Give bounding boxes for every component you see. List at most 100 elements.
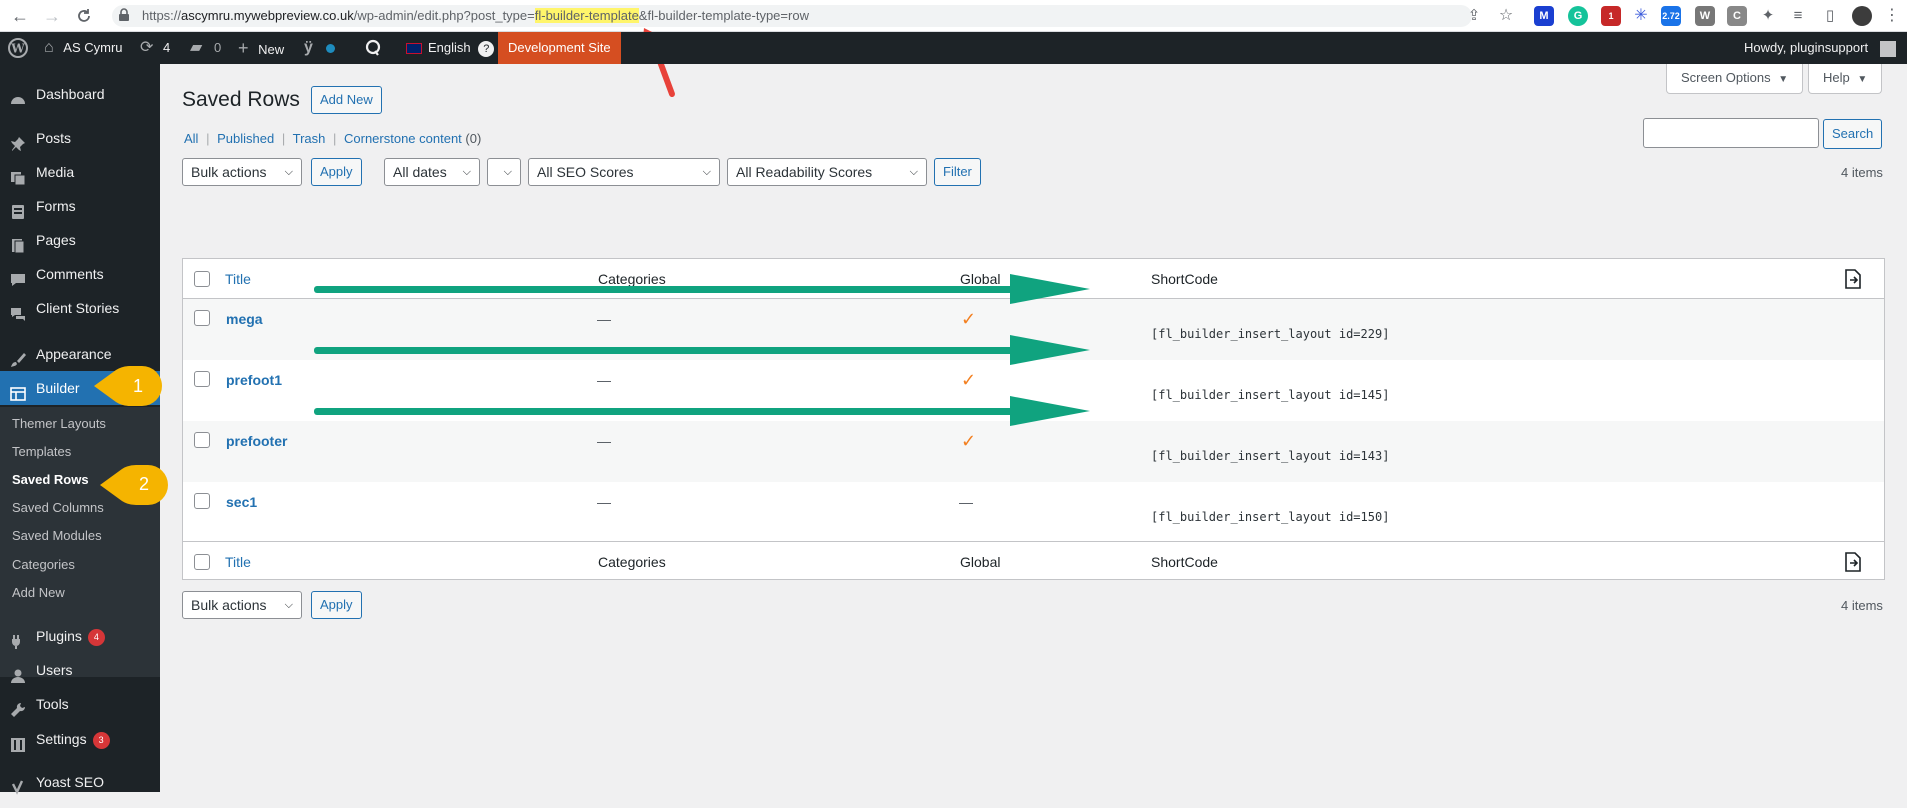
lock-icon[interactable] [118,8,134,24]
column-title-footer[interactable]: Title [225,554,251,570]
builder-layout-icon [10,380,26,401]
language-help-badge: ? [478,40,495,57]
export-icon[interactable] [1844,552,1862,575]
updates-link[interactable]: ⟳ 4 [140,32,170,64]
filter-trash[interactable]: Trash [293,131,326,146]
sidebar-item-dashboard[interactable]: Dashboard [0,77,160,111]
url-prefix: https:// [142,8,182,23]
column-title[interactable]: Title [225,271,251,287]
media-icon [10,164,26,186]
reading-list-icon[interactable]: ≡ [1786,4,1810,28]
row-shortcode[interactable]: [fl_builder_insert_layout id=145] [1151,388,1389,402]
forward-icon[interactable]: → [40,4,64,28]
submenu-saved-columns[interactable]: Saved Columns [12,500,104,515]
sidebar-item-yoast-seo[interactable]: Yoast SEO [0,765,160,799]
sidebar-label-settings: Settings 3 [36,722,110,756]
admin-sidebar: Dashboard Posts Media Forms Pages Commen… [0,64,161,795]
q-menu[interactable] [364,32,382,64]
c-extension-icon[interactable]: C [1727,6,1747,26]
wordpress-logo-icon[interactable]: W [8,32,28,64]
profile-avatar-icon[interactable] [1852,6,1872,26]
grammarly-extension-icon[interactable]: G [1568,6,1588,26]
side-panel-icon[interactable]: ▯ [1818,4,1842,28]
filter-button[interactable]: Filter [934,158,981,186]
language-switcher[interactable]: English ? [406,32,495,64]
search-input[interactable] [1643,118,1819,148]
submenu-themer-layouts[interactable]: Themer Layouts [12,416,106,431]
select-all-checkbox[interactable] [194,271,210,287]
wappalyzer-extension-icon[interactable]: W [1695,6,1715,26]
menu-kebab-icon[interactable]: ⋮ [1880,4,1904,28]
sidebar-item-posts[interactable]: Posts [0,121,160,155]
export-icon[interactable] [1844,269,1862,292]
puzzle-icon[interactable]: ✦ [1756,4,1780,28]
sidebar-item-client-stories[interactable]: Client Stories [0,291,160,325]
howdy-account[interactable]: Howdy, pluginsupport [1744,32,1896,64]
sidebar-item-comments[interactable]: Comments [0,257,160,291]
category-filter-select[interactable]: ⌵ [487,158,521,186]
row-shortcode[interactable]: [fl_builder_insert_layout id=150] [1151,510,1389,524]
filter-published[interactable]: Published [217,131,274,146]
malwarebytes-extension-icon[interactable]: M [1534,6,1554,26]
share-icon[interactable]: ⇪ [1462,4,1486,28]
yoast-menu[interactable]: ÿ [304,32,335,64]
readability-score-select[interactable]: All Readability Scores ⌵ [727,158,927,186]
row-shortcode[interactable]: [fl_builder_insert_layout id=229] [1151,327,1389,341]
sidebar-item-users[interactable]: Users [0,653,160,687]
comments-link[interactable]: ▰ 0 [190,32,221,64]
sidebar-label-posts: Posts [36,130,72,146]
select-all-checkbox-footer[interactable] [194,554,210,570]
row-title-link[interactable]: prefooter [226,433,287,449]
dashboard-icon [10,86,26,104]
submenu-templates[interactable]: Templates [12,444,71,459]
apply-button-bottom[interactable]: Apply [311,591,362,619]
bulk-actions-select[interactable]: Bulk actions ⌵ [182,158,302,186]
row-checkbox[interactable] [194,493,210,509]
search-button[interactable]: Search [1823,119,1883,149]
star-icon[interactable]: ☆ [1494,4,1518,28]
submenu-saved-rows[interactable]: Saved Rows [12,472,89,487]
sidebar-item-settings[interactable]: Settings 3 [0,722,160,756]
pages-icon [10,232,26,254]
settings-icon [10,731,26,752]
development-site-badge[interactable]: Development Site [498,32,621,64]
page-title: Saved Rows [182,88,300,111]
filter-cornerstone[interactable]: Cornerstone content [344,131,462,146]
back-icon[interactable]: ← [8,4,32,28]
row-title-link[interactable]: mega [226,311,263,327]
column-shortcode-footer: ShortCode [1151,554,1218,570]
sidebar-item-tools[interactable]: Tools [0,687,160,721]
screen-options-button[interactable]: Screen Options ▼ [1666,64,1804,94]
apply-button[interactable]: Apply [311,158,362,186]
site-name-link[interactable]: ⌂ AS Cymru [44,32,123,64]
submenu-add-new[interactable]: Add New [12,585,65,600]
chevron-down-icon: ⌵ [284,166,293,178]
submenu-categories[interactable]: Categories [12,557,75,572]
pushpin-icon [10,130,26,151]
row-title-link[interactable]: sec1 [226,494,257,510]
url-text[interactable]: https://ascymru.mywebpreview.co.uk/wp-ad… [142,8,809,23]
submenu-saved-modules[interactable]: Saved Modules [12,528,102,543]
seo-score-select[interactable]: All SEO Scores ⌵ [528,158,720,186]
sidebar-item-plugins[interactable]: Plugins 4 [0,619,160,653]
bulk-actions-select-bottom[interactable]: Bulk actions ⌵ [182,591,302,619]
row-title-link[interactable]: prefoot1 [226,372,282,388]
sidebar-item-media[interactable]: Media [0,155,160,189]
row-checkbox[interactable] [194,310,210,326]
reload-icon[interactable] [72,4,96,28]
table-row: sec1 — — [fl_builder_insert_layout id=15… [183,482,1884,543]
ext-version-icon[interactable]: 2.72 [1661,6,1681,26]
sparkle-extension-icon[interactable]: ✳ [1631,6,1651,26]
new-content-link[interactable]: + New [238,32,284,64]
help-button[interactable]: Help ▼ [1808,64,1883,94]
ext-badge-icon[interactable]: 1 [1601,6,1621,26]
sidebar-item-pages[interactable]: Pages [0,223,160,257]
row-shortcode[interactable]: [fl_builder_insert_layout id=143] [1151,449,1389,463]
row-checkbox[interactable] [194,371,210,387]
date-filter-select[interactable]: All dates ⌵ [384,158,480,186]
filter-all[interactable]: All [184,131,198,146]
site-name: AS Cymru [63,40,123,55]
row-checkbox[interactable] [194,432,210,448]
sidebar-item-forms[interactable]: Forms [0,189,160,223]
add-new-button[interactable]: Add New [311,86,382,114]
